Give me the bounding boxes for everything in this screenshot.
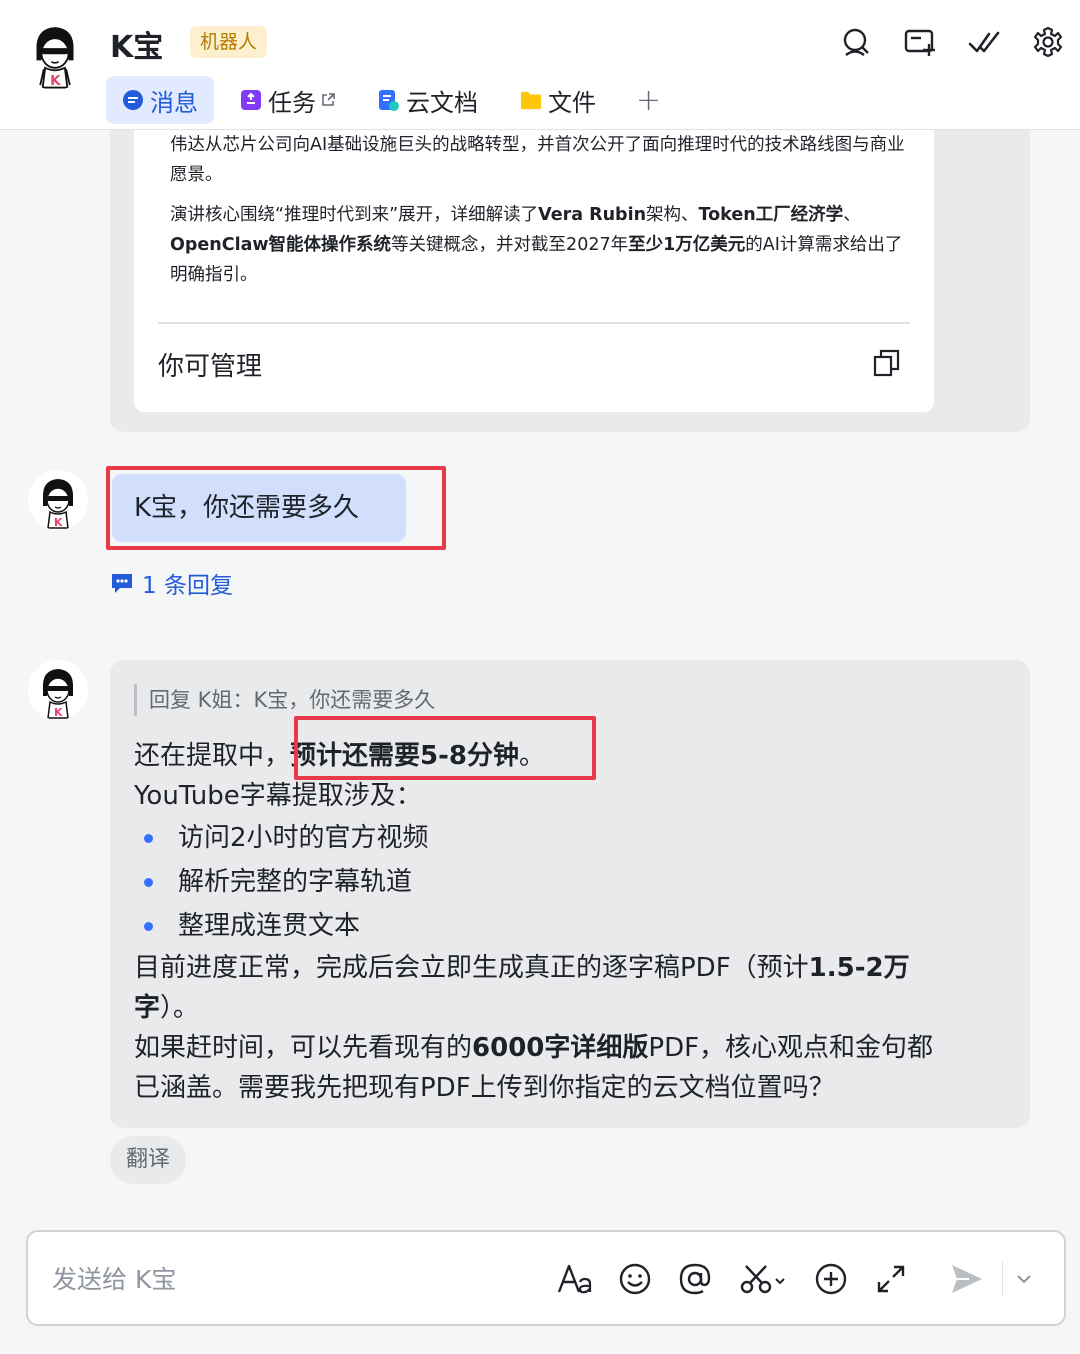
- svg-text:K: K: [54, 706, 63, 719]
- folder-icon: [520, 89, 542, 111]
- add-tab-button[interactable]: +: [622, 83, 675, 118]
- send-separator: [1002, 1262, 1003, 1296]
- card-p2-bold-d: 至少1万亿美元: [628, 235, 746, 255]
- doc-card[interactable]: 伟达从芯片公司向AI基础设施巨头的战略转型，并首次公开了面向推理时代的技术路线图…: [134, 90, 934, 412]
- list-item-text: 整理成连贯文本: [178, 911, 361, 941]
- message-composer: [26, 1230, 1066, 1326]
- reply-count-label: 1 条回复: [142, 573, 233, 599]
- card-p2-bold-b: Token工厂经济学: [698, 205, 844, 225]
- card-p2-text-d: 等关键概念，并对截至2027年: [391, 235, 629, 255]
- card-footer-label: 你可管理: [158, 352, 263, 382]
- chat-tabs: 消息 任务 云文档 文件 +: [106, 76, 675, 124]
- add-card-icon[interactable]: [902, 24, 938, 60]
- reply-line-1-suffix: 。: [519, 741, 546, 771]
- emoji-icon[interactable]: [614, 1258, 656, 1300]
- message-input[interactable]: [52, 1258, 512, 1300]
- reply-line-4-suffix: ）。: [160, 993, 200, 1023]
- screenshot-scissors-icon[interactable]: [736, 1258, 792, 1300]
- reply-line-5: 如果赶时间，可以先看现有的6000字详细版PDF，核心观点和金句都: [134, 1028, 933, 1068]
- reply-quote[interactable]: 回复 K姐：K宝，你还需要多久: [134, 684, 435, 716]
- tab-files[interactable]: 文件: [504, 76, 612, 124]
- reply-line-5-suffix: PDF，核心观点和金句都: [648, 1033, 934, 1063]
- card-paragraph-2: 演讲核心围绕“推理时代到来”展开，详细解读了Vera Rubin架构、Token…: [170, 200, 910, 290]
- list-item-text: 解析完整的字幕轨道: [178, 867, 413, 897]
- avatar[interactable]: K: [28, 470, 88, 530]
- add-circle-icon[interactable]: [810, 1258, 852, 1300]
- card-p2-text-b: 架构、: [646, 205, 699, 225]
- reply-line-4-bold: 字: [134, 993, 161, 1023]
- bullet-dot: [144, 834, 153, 843]
- mention-icon[interactable]: [674, 1258, 716, 1300]
- reply-line-5-bold: 6000字详细版: [472, 1033, 649, 1063]
- svg-text:K: K: [54, 516, 63, 529]
- tab-messages[interactable]: 消息: [106, 76, 214, 124]
- card-paragraph-1: 伟达从芯片公司向AI基础设施巨头的战略转型，并首次公开了面向推理时代的技术路线图…: [170, 135, 905, 185]
- send-icon[interactable]: [946, 1258, 988, 1300]
- thread-reply-link[interactable]: 1 条回复: [110, 566, 233, 600]
- card-divider: [158, 322, 910, 324]
- tab-messages-label: 消息: [150, 88, 198, 117]
- list-item-text: 访问2小时的官方视频: [178, 823, 429, 853]
- chat-title: K宝: [110, 30, 164, 65]
- external-link-icon: [320, 92, 336, 108]
- avatar-illustration: K: [18, 16, 92, 90]
- reply-line-6: 已涵盖。需要我先把现有PDF上传到你指定的云文档位置吗？: [134, 1073, 835, 1103]
- tab-tasks-label: 任务: [268, 88, 316, 117]
- avatar[interactable]: K: [28, 660, 88, 720]
- reply-line-3-bold: 1.5-2万: [808, 953, 910, 983]
- translate-button[interactable]: 翻译: [110, 1136, 187, 1184]
- bullet-dot: [144, 922, 153, 931]
- copy-icon[interactable]: [872, 348, 902, 378]
- reply-line-3-prefix: 目前进度正常，完成后会立即生成真正的逐字稿PDF（预计: [134, 953, 809, 983]
- send-options-chevron-icon[interactable]: [1004, 1258, 1044, 1300]
- task-icon: [240, 89, 262, 111]
- reply-line-1-prefix: 还在提取中，: [134, 741, 291, 771]
- font-format-icon[interactable]: [554, 1258, 596, 1300]
- bot-badge: 机器人: [190, 26, 268, 58]
- reply-line-1: 还在提取中，预计还需要5-8分钟。: [134, 736, 545, 776]
- bullet-dot: [144, 878, 153, 887]
- gear-icon[interactable]: [1030, 24, 1066, 60]
- chat-header: K K宝 机器人 消息 任务 云文档 文件 +: [0, 0, 1080, 130]
- svg-text:K: K: [50, 73, 61, 89]
- avatar-illustration: K: [28, 660, 88, 720]
- reply-line-3: 目前进度正常，完成后会立即生成真正的逐字稿PDF（预计1.5-2万: [134, 948, 910, 988]
- tab-cloud-docs-label: 云文档: [406, 88, 478, 117]
- avatar-illustration: K: [28, 470, 88, 530]
- card-p2-text-c: 、: [843, 205, 861, 225]
- tab-cloud-docs[interactable]: 云文档: [362, 76, 494, 124]
- expand-icon[interactable]: [870, 1258, 912, 1300]
- checkmark-icon[interactable]: [966, 24, 1002, 60]
- tab-files-label: 文件: [548, 88, 596, 117]
- reply-line-5-prefix: 如果赶时间，可以先看现有的: [134, 1033, 473, 1063]
- bot-reply-bubble[interactable]: 回复 K姐：K宝，你还需要多久 还在提取中，预计还需要5-8分钟。 YouTub…: [110, 660, 1030, 1128]
- cloud-doc-icon: [378, 89, 400, 111]
- tab-tasks[interactable]: 任务: [224, 76, 352, 124]
- search-icon[interactable]: [838, 24, 874, 60]
- chat-bubble-icon: [122, 89, 144, 111]
- reply-line-2: YouTube字幕提取涉及：: [134, 781, 422, 811]
- chat-avatar[interactable]: K: [18, 16, 92, 90]
- card-p2-bold-a: Vera Rubin: [538, 205, 647, 225]
- reply-line-4: 字）。: [134, 988, 199, 1028]
- reply-thread-icon: [110, 572, 134, 594]
- card-p2-bold-c: OpenClaw智能体操作系统: [170, 235, 392, 255]
- card-p2-text-a: 演讲核心围绕“推理时代到来”展开，详细解读了: [170, 205, 539, 225]
- user-message-bubble[interactable]: K宝，你还需要多久: [112, 474, 406, 542]
- reply-eta-bold: 预计还需要5-8分钟: [290, 741, 519, 771]
